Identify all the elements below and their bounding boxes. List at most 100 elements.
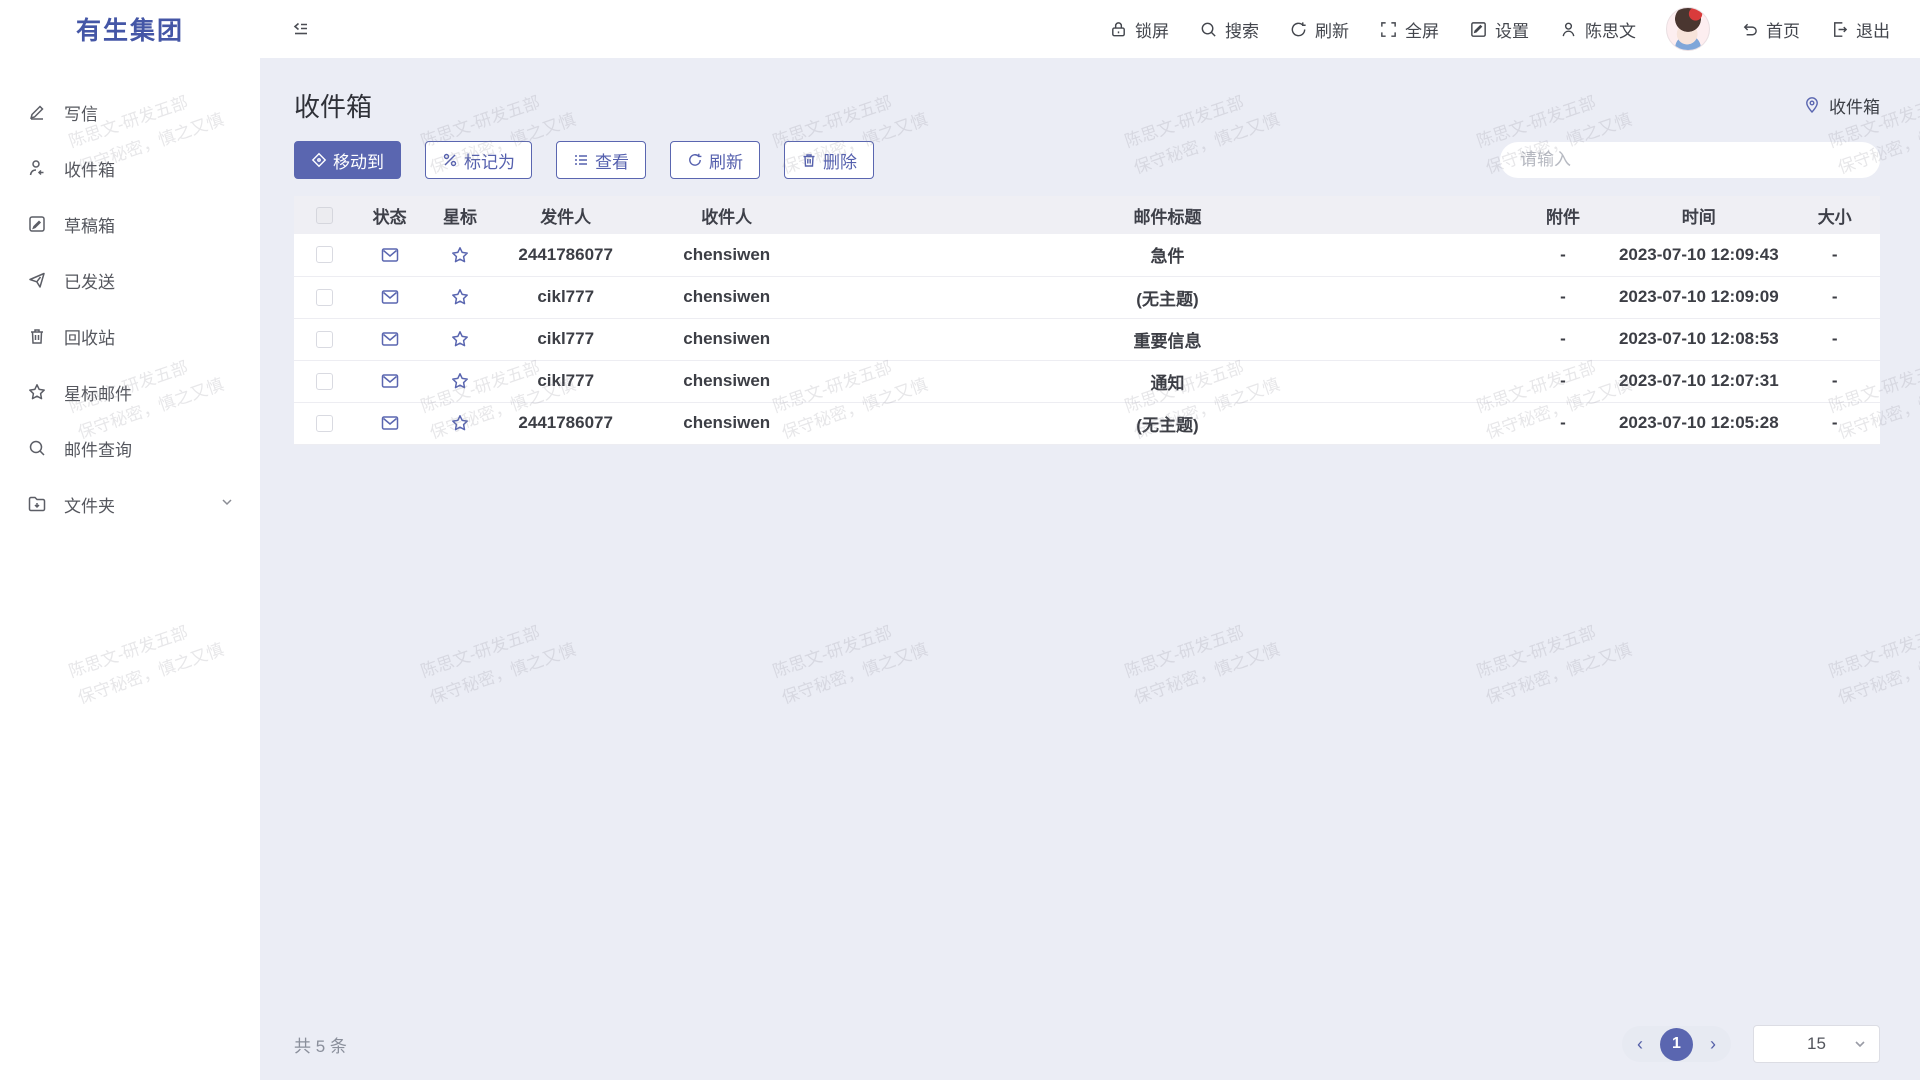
prev-page-button[interactable]: ‹: [1630, 1035, 1650, 1053]
chevron-down-icon: [220, 494, 234, 514]
sidebar-item-folders[interactable]: 文件夹: [0, 476, 260, 532]
app-window: 有生集团 写信 收件箱 草稿箱: [0, 0, 1920, 1080]
breadcrumb[interactable]: 收件箱: [1803, 93, 1880, 118]
row-checkbox[interactable]: [316, 415, 333, 432]
cell-sender: 2441786077: [495, 234, 636, 276]
list-icon: [573, 152, 589, 168]
sidebar-item-sent[interactable]: 已发送: [0, 252, 260, 308]
delete-button[interactable]: 删除: [784, 141, 874, 179]
cell-size: -: [1789, 318, 1880, 360]
sidebar-item-label: 文件夹: [64, 492, 115, 517]
row-checkbox[interactable]: [316, 373, 333, 390]
page-size-value: 15: [1807, 1034, 1826, 1054]
mark-as-button[interactable]: 标记为: [425, 141, 532, 179]
view-button[interactable]: 查看: [556, 141, 646, 179]
row-checkbox[interactable]: [316, 246, 333, 263]
envelope-icon: [380, 413, 400, 433]
cell-attachment: -: [1518, 402, 1609, 444]
user-arrow-icon: [26, 157, 48, 179]
page-number[interactable]: 1: [1660, 1028, 1693, 1061]
cell-time: 2023-07-10 12:08:53: [1608, 318, 1789, 360]
sidebar-item-trash[interactable]: 回收站: [0, 308, 260, 364]
content-area: 收件箱 收件箱 移动到 标记为: [260, 58, 1920, 1080]
table-row[interactable]: 2441786077 chensiwen 急件 - 2023-07-10 12:…: [294, 234, 1880, 276]
trash-icon: [26, 325, 48, 347]
cell-recipient: chensiwen: [636, 360, 817, 402]
table-row[interactable]: 2441786077 chensiwen (无主题) - 2023-07-10 …: [294, 402, 1880, 444]
cell-subject: 急件: [817, 234, 1517, 276]
current-user[interactable]: 陈思文: [1559, 17, 1636, 42]
refresh-button[interactable]: 刷新: [1289, 17, 1349, 42]
cell-attachment: -: [1518, 276, 1609, 318]
cell-recipient: chensiwen: [636, 234, 817, 276]
cell-sender: cikl777: [495, 318, 636, 360]
star-icon[interactable]: [450, 245, 470, 265]
cell-subject: 重要信息: [817, 318, 1517, 360]
edit-square-icon: [1469, 20, 1488, 39]
fullscreen-icon: [1379, 20, 1398, 39]
lock-screen-button[interactable]: 锁屏: [1109, 17, 1169, 42]
search-input[interactable]: [1500, 142, 1880, 178]
table-row[interactable]: cikl777 chensiwen 重要信息 - 2023-07-10 12:0…: [294, 318, 1880, 360]
star-icon[interactable]: [450, 371, 470, 391]
table-row[interactable]: cikl777 chensiwen (无主题) - 2023-07-10 12:…: [294, 276, 1880, 318]
column-header-size: 大小: [1789, 196, 1880, 234]
sidebar-nav: 写信 收件箱 草稿箱 已发送: [0, 58, 260, 532]
page-size-select[interactable]: 15: [1753, 1025, 1880, 1063]
menu-fold-icon[interactable]: [290, 18, 312, 40]
fullscreen-button[interactable]: 全屏: [1379, 17, 1439, 42]
star-icon[interactable]: [450, 329, 470, 349]
sidebar-item-mail-search[interactable]: 邮件查询: [0, 420, 260, 476]
sidebar-item-inbox[interactable]: 收件箱: [0, 140, 260, 196]
star-icon[interactable]: [450, 413, 470, 433]
toolbar-buttons: 移动到 标记为 查看 刷新: [294, 141, 874, 179]
sidebar-item-label: 回收站: [64, 324, 115, 349]
move-to-button[interactable]: 移动到: [294, 141, 401, 179]
refresh-list-button[interactable]: 刷新: [670, 141, 760, 179]
cell-size: -: [1789, 360, 1880, 402]
cell-time: 2023-07-10 12:09:43: [1608, 234, 1789, 276]
toolbar: 移动到 标记为 查看 刷新: [294, 140, 1880, 180]
mail-table: 状态 星标 发件人 收件人 邮件标题 附件 时间 大小: [294, 196, 1880, 445]
pencil-icon: [26, 101, 48, 123]
page-title: 收件箱: [294, 87, 372, 124]
logout-button[interactable]: 退出: [1830, 17, 1890, 42]
cell-sender: 2441786077: [495, 402, 636, 444]
sidebar-item-drafts[interactable]: 草稿箱: [0, 196, 260, 252]
table-row[interactable]: cikl777 chensiwen 通知 - 2023-07-10 12:07:…: [294, 360, 1880, 402]
page-header: 收件箱 收件箱: [294, 82, 1880, 128]
sidebar-item-label: 草稿箱: [64, 212, 115, 237]
home-button[interactable]: 首页: [1740, 17, 1800, 42]
avatar[interactable]: [1666, 7, 1710, 51]
next-page-button[interactable]: ›: [1703, 1035, 1723, 1053]
undo-icon: [1740, 20, 1759, 39]
cell-time: 2023-07-10 12:09:09: [1608, 276, 1789, 318]
select-all-checkbox[interactable]: [316, 207, 333, 224]
cell-attachment: -: [1518, 360, 1609, 402]
cell-size: -: [1789, 234, 1880, 276]
star-icon: [26, 381, 48, 403]
sidebar-item-starred[interactable]: 星标邮件: [0, 364, 260, 420]
envelope-icon: [380, 371, 400, 391]
search-button[interactable]: 搜索: [1199, 17, 1259, 42]
envelope-icon: [380, 329, 400, 349]
breadcrumb-label: 收件箱: [1829, 93, 1880, 118]
table-header-row: 状态 星标 发件人 收件人 邮件标题 附件 时间 大小: [294, 196, 1880, 234]
sidebar-item-compose[interactable]: 写信: [0, 84, 260, 140]
cell-time: 2023-07-10 12:05:28: [1608, 402, 1789, 444]
settings-button[interactable]: 设置: [1469, 17, 1529, 42]
app-logo: 有生集团: [0, 0, 260, 58]
row-checkbox[interactable]: [316, 331, 333, 348]
total-count: 共 5 条: [294, 1032, 347, 1057]
cell-recipient: chensiwen: [636, 318, 817, 360]
cell-attachment: -: [1518, 234, 1609, 276]
cell-time: 2023-07-10 12:07:31: [1608, 360, 1789, 402]
refresh-icon: [687, 152, 703, 168]
main-column: 锁屏 搜索 刷新 全屏 设置: [260, 0, 1920, 1080]
cell-subject: 通知: [817, 360, 1517, 402]
draft-icon: [26, 213, 48, 235]
tag-icon: [442, 152, 458, 168]
star-icon[interactable]: [450, 287, 470, 307]
row-checkbox[interactable]: [316, 289, 333, 306]
location-pin-icon: [1803, 96, 1821, 114]
